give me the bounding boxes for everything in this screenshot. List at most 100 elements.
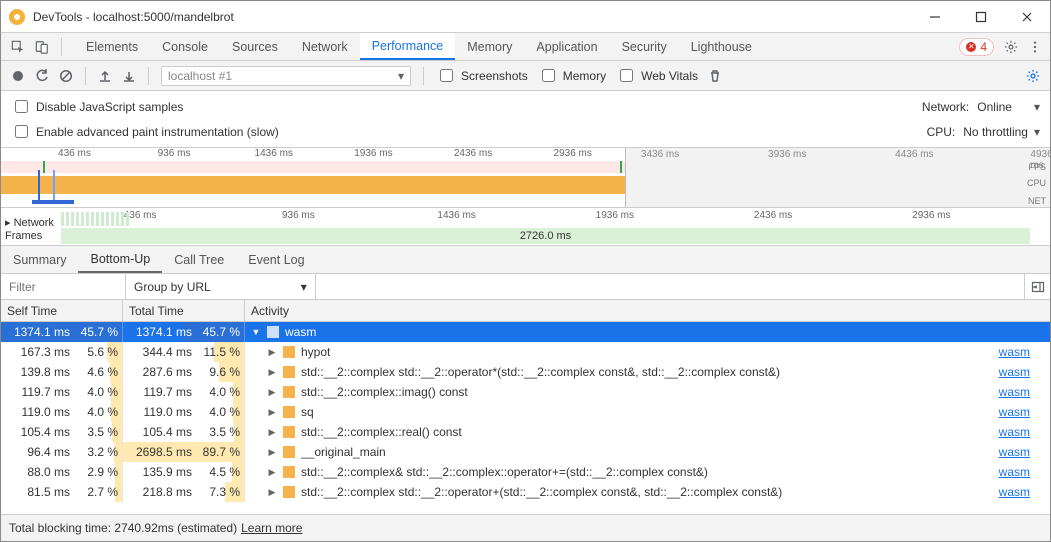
learn-more-link[interactable]: Learn more <box>241 521 302 535</box>
subtab-summary[interactable]: Summary <box>1 246 78 273</box>
source-link[interactable]: wasm <box>999 485 1030 499</box>
group-by-select[interactable]: Group by URL▾ <box>126 274 316 299</box>
disclosure-triangle-icon[interactable]: ▶ <box>267 407 277 418</box>
memory-checkbox[interactable]: Memory <box>538 66 606 85</box>
clear-icon[interactable] <box>59 69 73 83</box>
source-link[interactable]: wasm <box>999 385 1030 399</box>
paint-instrumentation-checkbox[interactable]: Enable advanced paint instrumentation (s… <box>11 122 279 141</box>
error-badge[interactable]: ✕4 <box>959 38 994 56</box>
tab-network[interactable]: Network <box>290 33 360 60</box>
tab-sources[interactable]: Sources <box>220 33 290 60</box>
disclosure-triangle-icon[interactable]: ▼ <box>251 327 261 337</box>
table-row[interactable]: 1374.1 ms45.7 %1374.1 ms45.7 %▼wasm <box>1 322 1050 342</box>
disclosure-triangle-icon[interactable]: ▶ <box>267 387 277 398</box>
disclosure-triangle-icon[interactable]: ▶ <box>267 427 277 438</box>
tab-memory[interactable]: Memory <box>455 33 524 60</box>
overview-minimap[interactable]: 436 ms936 ms1436 ms1936 ms2436 ms2936 ms… <box>1 148 1050 208</box>
tab-console[interactable]: Console <box>150 33 220 60</box>
record-icon[interactable] <box>11 69 25 83</box>
source-link[interactable]: wasm <box>999 425 1030 439</box>
tab-lighthouse[interactable]: Lighthouse <box>679 33 764 60</box>
chevron-down-icon: ▾ <box>301 280 307 294</box>
disclosure-triangle-icon[interactable]: ▶ <box>267 367 277 378</box>
source-link[interactable]: wasm <box>999 345 1030 359</box>
category-swatch-icon <box>283 386 295 398</box>
table-row[interactable]: 96.4 ms3.2 %2698.5 ms89.7 %▶__original_m… <box>1 442 1050 462</box>
source-link[interactable]: wasm <box>999 365 1030 379</box>
subtab-event-log[interactable]: Event Log <box>236 246 316 273</box>
tick: 2936 ms <box>554 148 592 159</box>
toggle-sidebar-icon[interactable] <box>1024 274 1050 299</box>
category-swatch-icon <box>267 326 279 338</box>
category-swatch-icon <box>283 446 295 458</box>
overview-inactive-region: 3436 ms3936 ms4436 ms4936 ms FPS CPU NET <box>625 148 1050 207</box>
screenshots-checkbox[interactable]: Screenshots <box>436 66 528 85</box>
subtab-call-tree[interactable]: Call Tree <box>162 246 236 273</box>
error-icon: ✕ <box>966 42 976 52</box>
frames-track-label[interactable]: Frames <box>5 230 42 242</box>
devtools-window: { "title": "DevTools - localhost:5000/ma… <box>0 0 1051 542</box>
target-select[interactable]: localhost #1▾ <box>161 66 411 86</box>
tab-security[interactable]: Security <box>610 33 679 60</box>
minimize-button[interactable] <box>912 1 958 33</box>
source-link[interactable]: wasm <box>999 465 1030 479</box>
disclosure-triangle-icon[interactable]: ▶ <box>267 447 277 458</box>
disclosure-triangle-icon[interactable]: ▶ <box>267 467 277 478</box>
header-self-time[interactable]: Self Time <box>1 300 123 321</box>
capture-settings-gear-icon[interactable] <box>1026 69 1040 83</box>
tab-application[interactable]: Application <box>524 33 609 60</box>
header-activity[interactable]: Activity <box>245 300 1050 321</box>
settings-gear-icon[interactable] <box>1004 40 1018 54</box>
activity-name: std::__2::complex::imag() const <box>301 385 1050 399</box>
inspect-icon[interactable] <box>11 40 25 54</box>
net-label-ov: NET <box>1028 196 1046 206</box>
category-swatch-icon <box>283 466 295 478</box>
device-toggle-icon[interactable] <box>35 40 49 54</box>
network-select[interactable]: Online ▾ <box>977 100 1040 114</box>
upload-icon[interactable] <box>98 69 112 83</box>
tick: 2436 ms <box>754 210 792 221</box>
table-row[interactable]: 81.5 ms2.7 %218.8 ms7.3 %▶std::__2::comp… <box>1 482 1050 502</box>
filter-input[interactable] <box>1 274 126 299</box>
cpu-select[interactable]: No throttling▾ <box>963 125 1040 139</box>
reload-icon[interactable] <box>35 69 49 83</box>
trash-icon[interactable] <box>708 69 722 83</box>
disclosure-triangle-icon[interactable]: ▶ <box>267 487 277 498</box>
network-track-label[interactable]: ▸ Network <box>5 216 54 229</box>
table-row[interactable]: 167.3 ms5.6 %344.4 ms11.5 %▶hypotwasm <box>1 342 1050 362</box>
activity-name: std::__2::complex std::__2::operator+(st… <box>301 485 1050 499</box>
category-swatch-icon <box>283 426 295 438</box>
frame-block[interactable]: 2726.0 ms <box>61 228 1030 244</box>
capture-settings: Disable JavaScript samples Network: Onli… <box>1 91 1050 148</box>
chevron-down-icon: ▾ <box>1034 100 1040 114</box>
tick: 1936 ms <box>354 148 392 159</box>
activity-name: hypot <box>301 345 1050 359</box>
maximize-button[interactable] <box>958 1 1004 33</box>
close-button[interactable] <box>1004 1 1050 33</box>
table-row[interactable]: 119.0 ms4.0 %119.0 ms4.0 %▶sqwasm <box>1 402 1050 422</box>
subtab-bottom-up[interactable]: Bottom-Up <box>78 246 162 273</box>
chevron-down-icon: ▾ <box>398 69 404 83</box>
table-row[interactable]: 88.0 ms2.9 %135.9 ms4.5 %▶std::__2::comp… <box>1 462 1050 482</box>
source-link[interactable]: wasm <box>999 445 1030 459</box>
header-total-time[interactable]: Total Time <box>123 300 245 321</box>
category-swatch-icon <box>283 406 295 418</box>
timeline[interactable]: 436 ms936 ms1436 ms1936 ms2436 ms2936 ms… <box>1 208 1050 246</box>
filter-bar: Group by URL▾ <box>1 274 1050 300</box>
tab-elements[interactable]: Elements <box>74 33 150 60</box>
webvitals-checkbox[interactable]: Web Vitals <box>616 66 698 85</box>
disable-js-checkbox[interactable]: Disable JavaScript samples <box>11 97 183 116</box>
more-icon[interactable] <box>1028 40 1042 54</box>
tbt-text: Total blocking time: 2740.92ms (estimate… <box>9 521 237 535</box>
table-row[interactable]: 105.4 ms3.5 %105.4 ms3.5 %▶std::__2::com… <box>1 422 1050 442</box>
table-row[interactable]: 139.8 ms4.6 %287.6 ms9.6 %▶std::__2::com… <box>1 362 1050 382</box>
download-icon[interactable] <box>122 69 136 83</box>
source-link[interactable]: wasm <box>999 405 1030 419</box>
tick: 936 ms <box>158 148 191 159</box>
tab-performance[interactable]: Performance <box>360 33 456 60</box>
tick: 1436 ms <box>255 148 293 159</box>
tick: 2936 ms <box>912 210 950 221</box>
table-row[interactable]: 119.7 ms4.0 %119.7 ms4.0 %▶std::__2::com… <box>1 382 1050 402</box>
table-headers: Self Time Total Time Activity <box>1 300 1050 322</box>
disclosure-triangle-icon[interactable]: ▶ <box>267 347 277 358</box>
